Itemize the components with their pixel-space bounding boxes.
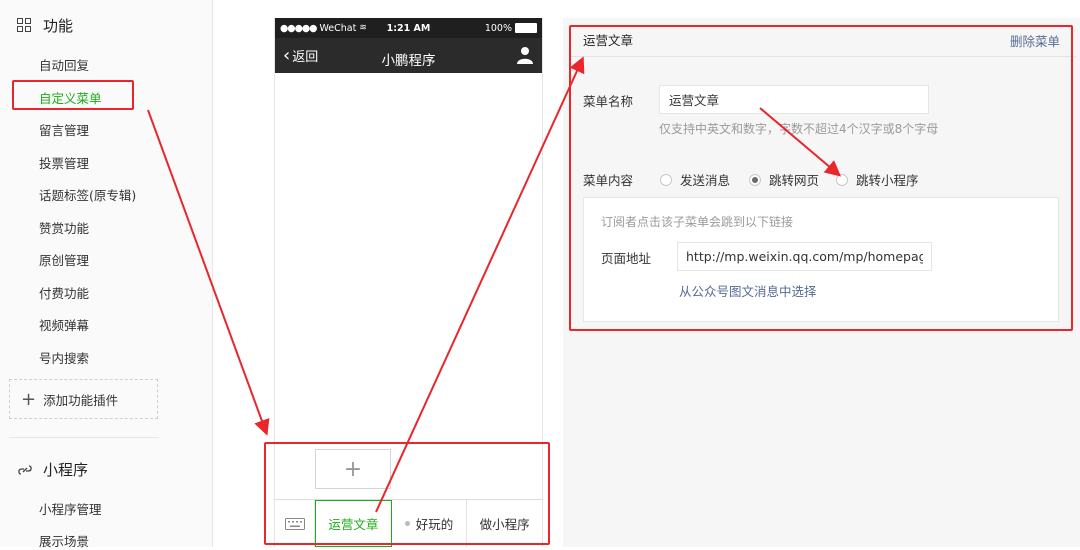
sidebar-item-votes[interactable]: 投票管理 <box>39 153 89 172</box>
sidebar-item-search[interactable]: 号内搜索 <box>39 348 89 367</box>
plus-icon: + <box>21 388 37 410</box>
section-miniprogram-header: 小程序 <box>17 459 88 480</box>
sidebar-item-auto-reply[interactable]: 自动回复 <box>39 55 89 74</box>
sidebar-item-original[interactable]: 原创管理 <box>39 250 89 269</box>
phone-title: 小鹏程序 <box>381 53 436 69</box>
sidebar-item-danmaku[interactable]: 视频弹幕 <box>39 315 89 334</box>
grid-icon <box>17 17 33 34</box>
annotation-box-menu-bar <box>264 442 550 545</box>
section-function-label: 功能 <box>43 17 74 35</box>
sidebar-item-comments[interactable]: 留言管理 <box>39 120 89 139</box>
phone-navbar: ‹ 返回 小鹏程序 <box>275 38 542 73</box>
user-icon[interactable] <box>517 46 533 64</box>
sidebar-divider <box>9 437 159 438</box>
sidebar-item-topic-tags[interactable]: 话题标签(原专辑) <box>39 185 136 204</box>
sidebar-item-paid[interactable]: 付费功能 <box>39 283 89 302</box>
sidebar-item-display-scenes[interactable]: 展示场景 <box>39 531 89 550</box>
add-plugin-label: 添加功能插件 <box>43 392 119 408</box>
section-miniprogram-label: 小程序 <box>43 461 89 479</box>
add-plugin-button[interactable]: + 添加功能插件 <box>9 379 158 419</box>
annotation-box-editor <box>569 25 1073 331</box>
status-bar: ●●●●● WeChat ≋ 1:21 AM 100% <box>275 18 542 38</box>
section-function-header: 功能 <box>17 15 73 36</box>
link-icon <box>17 462 33 478</box>
sidebar-item-miniprogram-manage[interactable]: 小程序管理 <box>39 499 102 518</box>
sidebar-item-reward[interactable]: 赞赏功能 <box>39 218 89 237</box>
annotation-box-custom-menu <box>12 80 134 110</box>
status-time: 1:21 AM <box>386 22 431 34</box>
